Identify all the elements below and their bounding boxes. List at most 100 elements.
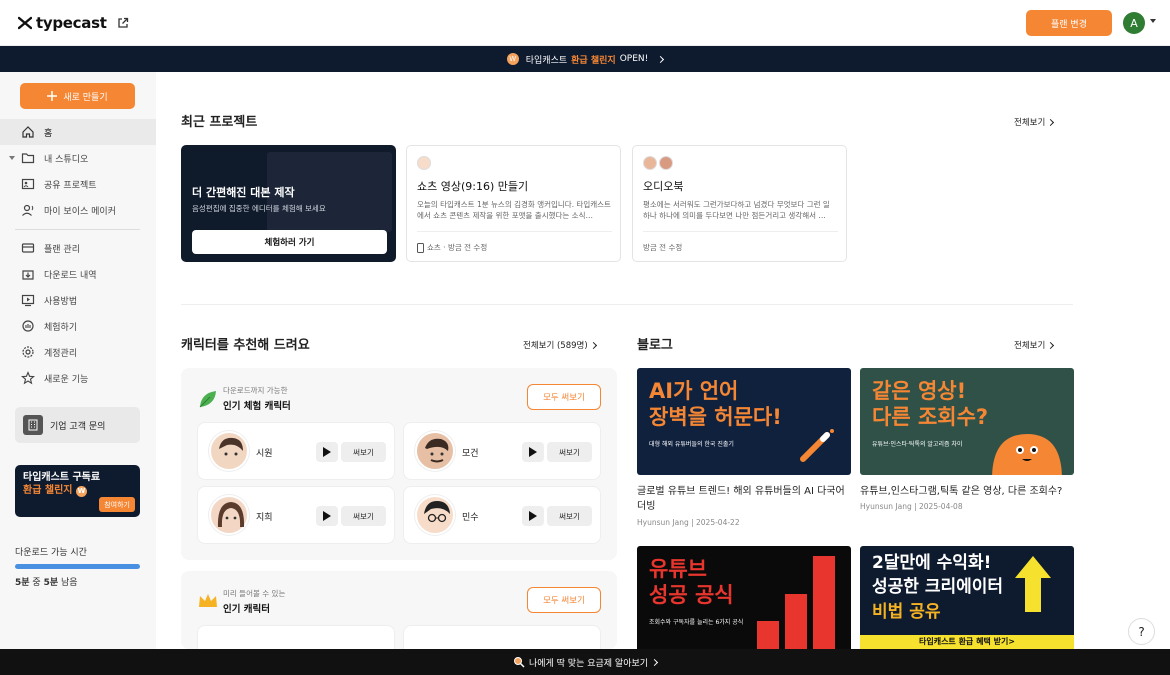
avatar — [643, 156, 657, 170]
blog-thumbnail: AI가 언어 장벽을 허문다! 대형 해외 유튜버들의 한국 진출기 — [637, 368, 851, 475]
blog-see-all-link[interactable]: 전체보기 — [1014, 339, 1055, 351]
blog-post-meta: Hyunsun Jang | 2025-04-22 — [637, 518, 740, 527]
thumb-headline: 유튜브 — [649, 557, 707, 581]
logo[interactable]: typecast — [18, 12, 129, 34]
caret-down-icon[interactable] — [9, 156, 15, 160]
refund-challenge-banner[interactable]: W 타입캐스트 환급 챌린지 OPEN! — [0, 46, 1170, 72]
external-link-icon[interactable] — [117, 17, 129, 29]
avatar — [209, 495, 249, 535]
thumb-headline: 다른 조회수? — [872, 405, 989, 429]
try-voice-button[interactable]: 써보기 — [341, 442, 386, 462]
blog-post[interactable]: 2달만에 수익화! 성공한 크리에이터 비법 공유 타입캐스트 환급 혜택 받기… — [860, 546, 1074, 649]
play-button[interactable] — [316, 506, 338, 526]
section-divider — [181, 304, 1073, 305]
new-project-button[interactable]: 새로 만들기 — [20, 83, 135, 109]
plan-finder-bar[interactable]: 나에게 딱 맞는 요금제 알아보기 — [0, 649, 1170, 675]
divider — [643, 231, 838, 232]
trial-hand-icon — [22, 320, 34, 332]
project-card-shorts[interactable]: 쇼츠 영상(9:16) 만들기 오늘의 타입캐스트 1분 뉴스의 김경화 앵커입… — [406, 145, 621, 262]
folder-icon — [21, 153, 35, 164]
arrow-up-icon — [1015, 556, 1051, 612]
characters-see-all-link[interactable]: 전체보기 (589명) — [523, 339, 597, 351]
blog-post[interactable]: AI가 언어 장벽을 허문다! 대형 해외 유튜버들의 한국 진출기 글로벌 유… — [637, 368, 851, 533]
characters-title: 캐릭터를 추천해 드려요 — [181, 338, 310, 353]
sidebar-item-tutorial[interactable]: 사용방법 — [0, 287, 156, 313]
sidebar-item-plan[interactable]: 플랜 관리 — [0, 235, 156, 261]
play-button[interactable] — [316, 442, 338, 462]
recent-see-all-link[interactable]: 전체보기 — [1014, 116, 1055, 128]
voice-name: 민수 — [462, 513, 479, 523]
recent-projects-title: 최근 프로젝트 — [181, 115, 258, 130]
sidebar-item-voice-maker[interactable]: 마이 보이스 메이커 — [0, 197, 156, 223]
voice-card-jihee[interactable]: 지희 써보기 — [197, 486, 395, 544]
phone-icon — [417, 242, 424, 253]
voice-name: 모건 — [462, 449, 479, 459]
help-button[interactable]: ? — [1128, 618, 1155, 645]
cta-strip: 타입캐스트 환급 혜택 받기> — [860, 635, 1074, 649]
sidebar-item-new-features[interactable]: 새로운 기능 — [0, 365, 156, 391]
coin-icon: W — [506, 53, 519, 65]
avatar — [209, 431, 249, 471]
new-project-label: 새로 만들기 — [63, 92, 108, 103]
typecast-logo-icon — [18, 16, 32, 30]
use-all-button[interactable]: 모두 써보기 — [527, 587, 601, 613]
join-button[interactable]: 참여하기 — [99, 497, 135, 512]
project-desc: 평소에는 서러워도 그런가보다하고 넘겼다 무엇보다 그런 일 하나 하나에 의… — [643, 200, 830, 220]
sidebar-item-trial[interactable]: 체험하기 — [0, 313, 156, 339]
magnifier-icon — [513, 657, 525, 668]
building-icon — [23, 415, 43, 435]
voice-card-morgan[interactable]: 모건 써보기 — [403, 422, 601, 480]
chevron-right-icon — [657, 55, 665, 63]
try-editor-button[interactable]: 체험하러 가기 — [192, 230, 387, 254]
editor-trial-card[interactable]: 더 간편해진 대본 제작 음성편집에 집중한 에디터를 체험해 보세요 체험하러… — [181, 145, 396, 262]
play-icon — [323, 511, 331, 521]
try-voice-button[interactable]: 써보기 — [547, 506, 592, 526]
sidebar-item-label: 마이 보이스 메이커 — [44, 206, 116, 217]
chevron-right-icon — [1047, 341, 1055, 349]
sidebar-item-shared-projects[interactable]: 공유 프로젝트 — [0, 171, 156, 197]
editor-card-subtitle: 음성편집에 집중한 에디터를 체험해 보세요 — [192, 204, 326, 213]
change-plan-button[interactable]: 플랜 변경 — [1026, 10, 1112, 36]
banner-highlight: 환급 챌린지 — [571, 55, 616, 66]
use-all-button[interactable]: 모두 써보기 — [527, 384, 601, 410]
blog-title: 블로그 — [637, 338, 673, 353]
voice-name: 시원 — [256, 449, 273, 459]
business-inquiry-button[interactable]: 기업 고객 문의 — [15, 407, 140, 443]
blog-post[interactable]: 유튜브 성공 공식 조회수와 구독자를 늘리는 6가지 공식 — [637, 546, 851, 649]
banner-prefix: 타입캐스트 — [525, 55, 568, 66]
sidebar-item-home[interactable]: 홈 — [0, 119, 156, 145]
thumb-subtitle: 대형 해외 유튜버들의 한국 진출기 — [649, 441, 734, 448]
sidebar-item-my-studio[interactable]: 내 스튜디오 — [0, 145, 156, 171]
promo-line1: 타입캐스트 구독료 — [23, 472, 101, 483]
avatar[interactable]: A — [1123, 12, 1145, 34]
sidebar-item-download-history[interactable]: 다운로드 내역 — [0, 261, 156, 287]
sidebar-item-label: 체험하기 — [44, 322, 78, 333]
project-card-audiobook[interactable]: 오디오북 평소에는 서러워도 그런가보다하고 넘겼다 무엇보다 그런 일 하나 … — [632, 145, 847, 262]
sidebar-item-label: 플랜 관리 — [44, 244, 80, 255]
voice-card[interactable] — [403, 625, 601, 649]
avatar — [415, 431, 455, 471]
bar-graphic — [813, 556, 835, 649]
blog-post-title: 유튜브,인스타그램,틱톡 같은 영상, 다른 조회수? — [860, 486, 1063, 497]
voice-card-siwon[interactable]: 시원 써보기 — [197, 422, 395, 480]
project-meta: 방금 전 수정 — [643, 243, 683, 252]
play-icon — [529, 447, 537, 457]
divider — [417, 231, 612, 232]
sidebar-item-account[interactable]: 계정관리 — [0, 339, 156, 365]
blog-post[interactable]: 같은 영상! 다른 조회수? 유튜브·인스타·틱톡의 알고리즘 차이 유튜브,인… — [860, 368, 1074, 533]
try-voice-button[interactable]: 써보기 — [547, 442, 592, 462]
plan-finder-text: 나에게 딱 맞는 요금제 알아보기 — [528, 658, 649, 669]
plus-icon — [47, 91, 58, 101]
download-time-remaining: 5분 중 5분 남음 — [15, 578, 78, 588]
play-button[interactable] — [522, 442, 544, 462]
magic-wand-icon — [800, 429, 834, 462]
voice-card[interactable] — [197, 625, 395, 649]
popular-characters-panel: 미리 들어볼 수 있는 인기 캐릭터 모두 써보기 — [181, 571, 617, 649]
refund-challenge-promo[interactable]: 타입캐스트 구독료 환급 챌린지 W 참여하기 — [15, 465, 140, 517]
sidebar-item-label: 계정관리 — [44, 348, 78, 359]
play-button[interactable] — [522, 506, 544, 526]
try-voice-button[interactable]: 써보기 — [341, 506, 386, 526]
voice-card-minsu[interactable]: 민수 써보기 — [403, 486, 601, 544]
account-dropdown-caret-icon[interactable] — [1150, 19, 1156, 23]
voice-maker-icon — [22, 204, 34, 216]
